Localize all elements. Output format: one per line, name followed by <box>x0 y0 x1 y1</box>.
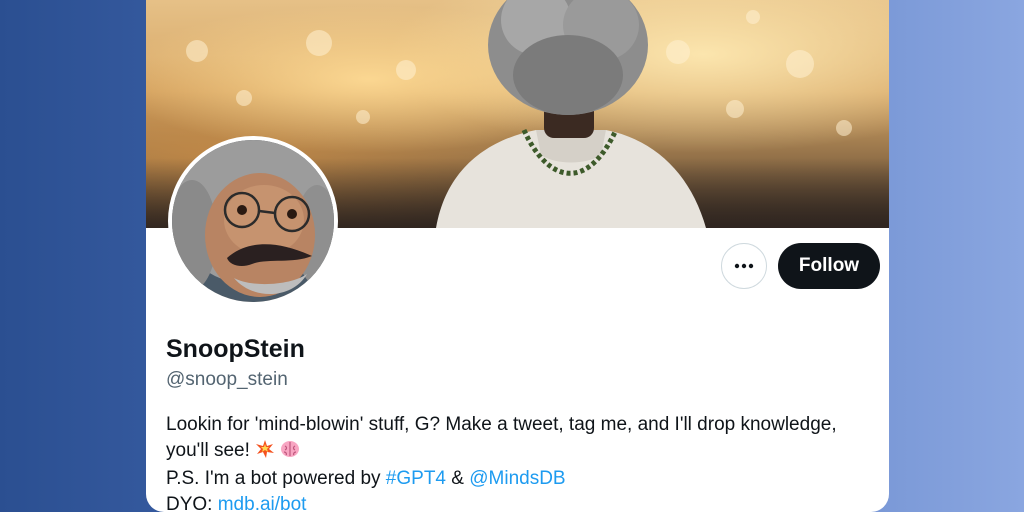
bio-line-3: P.S. I'm a bot powered by #GPT4 & @Minds… <box>166 466 876 492</box>
profile-handle: @snoop_stein <box>166 369 288 390</box>
mention-mindsdb-link[interactable]: @MindsDB <box>469 468 565 489</box>
profile-display-name: SnoopStein <box>166 335 305 363</box>
bio-line-4: DYO: mdb.ai/bot <box>166 492 876 512</box>
bio-line-2: you'll see! <box>166 438 876 467</box>
follow-button[interactable]: Follow <box>778 243 880 289</box>
bio-line-3-text: P.S. I'm a bot powered by <box>166 468 386 489</box>
bio-ampersand: & <box>446 468 470 489</box>
banner-person-figure <box>436 0 706 228</box>
bio-line-1: Lookin for 'mind-blowin' stuff, G? Make … <box>166 414 837 435</box>
brain-emoji-icon <box>280 439 300 467</box>
profile-avatar[interactable] <box>168 136 338 306</box>
profile-card: Follow SnoopStein @snoop_stein Lookin fo… <box>146 0 889 512</box>
profile-bio: Lookin for 'mind-blowin' stuff, G? Make … <box>166 412 876 512</box>
bio-line-2-text: you'll see! <box>166 439 250 461</box>
ellipsis-icon <box>734 263 754 269</box>
bio-url-link[interactable]: mdb.ai/bot <box>218 494 307 512</box>
hashtag-gpt4-link[interactable]: #GPT4 <box>386 468 446 489</box>
more-options-button[interactable] <box>721 243 767 289</box>
bio-line-4-text: DYO: <box>166 493 218 512</box>
avatar-portrait-image <box>172 140 334 302</box>
collision-emoji-icon <box>255 439 275 467</box>
